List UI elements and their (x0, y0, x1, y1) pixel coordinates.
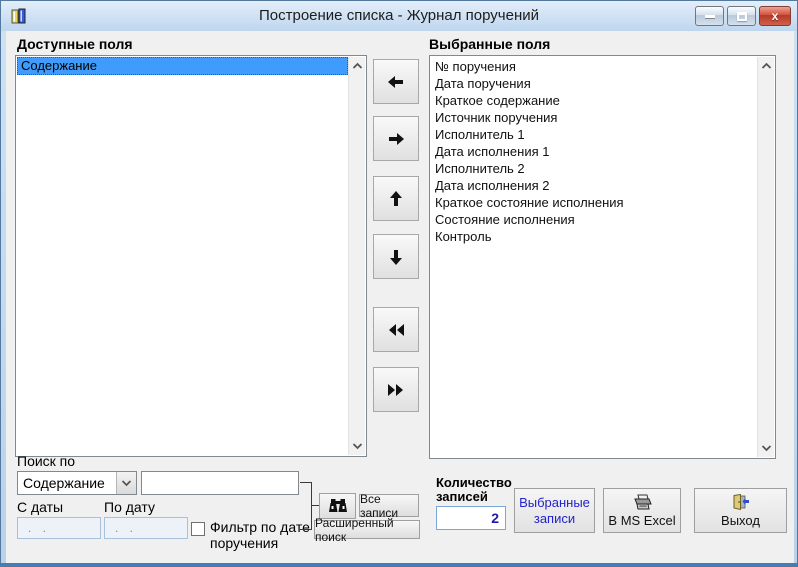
date-filter-label: Фильтр по дате поручения (210, 519, 310, 551)
double-arrow-left-icon (389, 323, 404, 336)
scrollbar[interactable] (348, 57, 365, 455)
maximize-button[interactable] (727, 6, 756, 26)
list-item[interactable]: Краткое содержание (431, 92, 757, 109)
exit-button[interactable]: Выход (694, 488, 787, 533)
scroll-up-icon[interactable] (760, 61, 773, 71)
selected-records-label: Выбранные записи (519, 494, 590, 526)
move-left-button[interactable] (373, 59, 419, 104)
search-by-label: Поиск по (17, 453, 76, 469)
printer-icon (634, 494, 652, 509)
minimize-button[interactable] (695, 6, 724, 26)
caption-buttons: x (695, 6, 791, 26)
search-field-value: Содержание (23, 475, 105, 491)
connector-line (311, 505, 319, 506)
selected-fields-list[interactable]: № поручения Дата поручения Краткое содержа… (429, 55, 776, 459)
selected-records-button[interactable]: Выбранные записи (514, 488, 595, 533)
move-all-right-button[interactable] (373, 367, 419, 412)
move-up-button[interactable] (373, 176, 419, 221)
dialog-window: Построение списка - Журнал поручений x Д… (0, 0, 798, 567)
list-item[interactable]: Контроль (431, 228, 757, 245)
list-item[interactable]: Исполнитель 1 (431, 126, 757, 143)
connector-line (300, 529, 312, 530)
close-icon: x (771, 9, 779, 23)
list-item[interactable]: Дата поручения (431, 75, 757, 92)
list-item[interactable]: Источник поручения (431, 109, 757, 126)
close-button[interactable]: x (759, 6, 791, 26)
excel-button[interactable]: В MS Excel (603, 488, 681, 533)
available-fields-label: Доступные поля (17, 36, 133, 52)
maximize-icon (736, 11, 747, 21)
list-item[interactable]: Краткое состояние исполнения (431, 194, 757, 211)
binoculars-icon (328, 499, 347, 512)
arrow-right-icon (389, 132, 404, 145)
scroll-up-icon[interactable] (351, 61, 364, 71)
search-query-input[interactable] (141, 471, 299, 495)
list-item[interactable]: Состояние исполнения (431, 211, 757, 228)
available-fields-list[interactable]: Содержание (15, 55, 367, 457)
to-date-label: По дату (104, 499, 155, 515)
excel-button-label: В MS Excel (608, 512, 676, 528)
all-records-button[interactable]: Все записи (359, 492, 419, 520)
move-right-button[interactable] (373, 116, 419, 161)
list-item[interactable]: Дата исполнения 1 (431, 143, 757, 160)
title-bar[interactable]: Построение списка - Журнал поручений x (1, 1, 797, 31)
window-title: Построение списка - Журнал поручений (259, 7, 539, 24)
list-item[interactable]: Дата исполнения 2 (431, 177, 757, 194)
arrow-left-icon (388, 75, 403, 88)
exit-door-icon (733, 493, 749, 510)
move-down-button[interactable] (373, 234, 419, 279)
from-date-input[interactable]: . . (17, 517, 101, 539)
exit-button-label: Выход (721, 512, 760, 528)
move-all-left-button[interactable] (373, 307, 419, 352)
arrow-up-icon (390, 190, 402, 206)
search-field-select[interactable]: Содержание (17, 471, 137, 495)
selected-list-item[interactable]: Содержание (17, 57, 348, 75)
chevron-down-icon (121, 480, 132, 487)
connector-line (311, 482, 312, 530)
from-date-label: С даты (17, 499, 64, 515)
selected-fields-label: Выбранные поля (429, 36, 551, 52)
dialog-body: Доступные поля Содержание Выбранные поля (6, 31, 794, 563)
record-count-label: Количество записей (436, 475, 512, 504)
list-item[interactable]: Исполнитель 2 (431, 160, 757, 177)
date-filter-checkbox[interactable] (191, 522, 205, 536)
scroll-down-icon[interactable] (351, 441, 364, 451)
scrollbar[interactable] (757, 57, 774, 457)
selected-fields-items: № поручения Дата поручения Краткое содержа… (431, 58, 757, 457)
scroll-down-icon[interactable] (760, 443, 773, 453)
advanced-search-button[interactable]: Расширенный поиск (314, 516, 420, 544)
minimize-icon (704, 14, 715, 18)
arrow-down-icon (390, 249, 402, 265)
combo-drop-button[interactable] (116, 472, 136, 494)
record-count-input[interactable]: 2 (436, 506, 506, 530)
to-date-input[interactable]: . . (104, 517, 188, 539)
list-item[interactable]: № поручения (431, 58, 757, 75)
double-arrow-right-icon (388, 383, 403, 396)
